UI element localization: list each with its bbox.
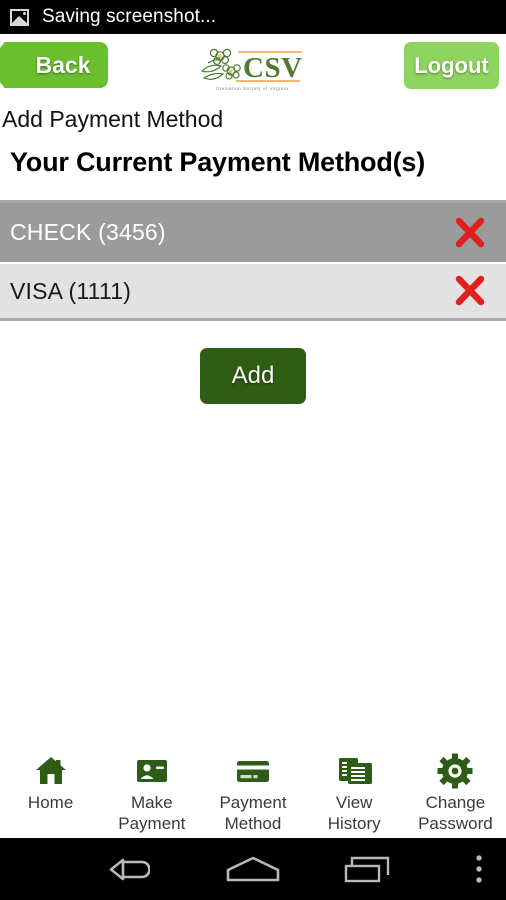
- svg-text:CSV: CSV: [243, 52, 303, 84]
- tab-change-password[interactable]: Change Password: [405, 746, 506, 838]
- android-recent-apps-button[interactable]: [301, 838, 451, 900]
- tab-change-password-label: Change Password: [418, 793, 493, 833]
- table-row[interactable]: VISA (1111): [0, 262, 506, 318]
- status-bar-text: Saving screenshot...: [42, 6, 217, 27]
- contact-card-icon: [136, 760, 167, 782]
- add-button[interactable]: Add: [200, 348, 306, 404]
- bottom-tab-bar: Home Make Payment Payment Method View Hi…: [0, 746, 506, 838]
- home-icon: [35, 757, 66, 784]
- android-nav-bar: [0, 838, 506, 900]
- table-row[interactable]: CHECK (3456): [0, 203, 506, 262]
- tab-view-history-label: View History: [327, 793, 381, 833]
- home-icon: [226, 856, 280, 882]
- overflow-menu-icon: [476, 855, 482, 883]
- android-overflow-menu-button[interactable]: [451, 838, 506, 900]
- back-button-label: Back: [35, 51, 91, 78]
- logo-tagline: Cremation Society of Virginia: [216, 86, 288, 91]
- logout-button-label: Logout: [414, 52, 489, 78]
- tab-home-label: Home: [27, 793, 74, 812]
- logout-button[interactable]: Logout: [404, 42, 499, 89]
- page-subtitle: Add Payment Method: [2, 106, 224, 132]
- tab-view-history[interactable]: View History: [304, 746, 405, 838]
- add-button-row: Add: [0, 348, 506, 404]
- android-status-bar: Saving screenshot...: [0, 0, 506, 34]
- red-x-icon[interactable]: [452, 273, 488, 309]
- android-home-button[interactable]: [205, 838, 301, 900]
- payment-method-label: VISA (1111): [10, 277, 132, 304]
- tab-payment-method-label: Payment Method: [219, 793, 287, 833]
- tab-payment-method[interactable]: Payment Method: [202, 746, 303, 838]
- app-header: Back CSV Cremation Society of Virginia L…: [0, 34, 506, 98]
- credit-card-icon: [237, 761, 269, 782]
- csv-logo: CSV Cremation Society of Virginia: [200, 48, 303, 91]
- red-x-icon[interactable]: [452, 215, 488, 251]
- back-icon: [109, 858, 150, 881]
- documents-icon: [339, 758, 373, 784]
- recent-apps-icon: [344, 856, 390, 883]
- image-icon: [10, 8, 29, 26]
- payment-methods-list: CHECK (3456) VISA (1111): [0, 200, 506, 321]
- page-title: Your Current Payment Method(s): [10, 147, 426, 177]
- add-button-label: Add: [231, 362, 275, 389]
- tab-make-payment-label: Make Payment: [118, 793, 186, 833]
- payment-method-label: CHECK (3456): [10, 219, 166, 245]
- tab-make-payment[interactable]: Make Payment: [101, 746, 202, 838]
- back-button[interactable]: Back: [0, 42, 108, 88]
- gear-icon: [437, 753, 473, 789]
- tab-home[interactable]: Home: [0, 746, 101, 838]
- android-back-button[interactable]: [0, 838, 205, 900]
